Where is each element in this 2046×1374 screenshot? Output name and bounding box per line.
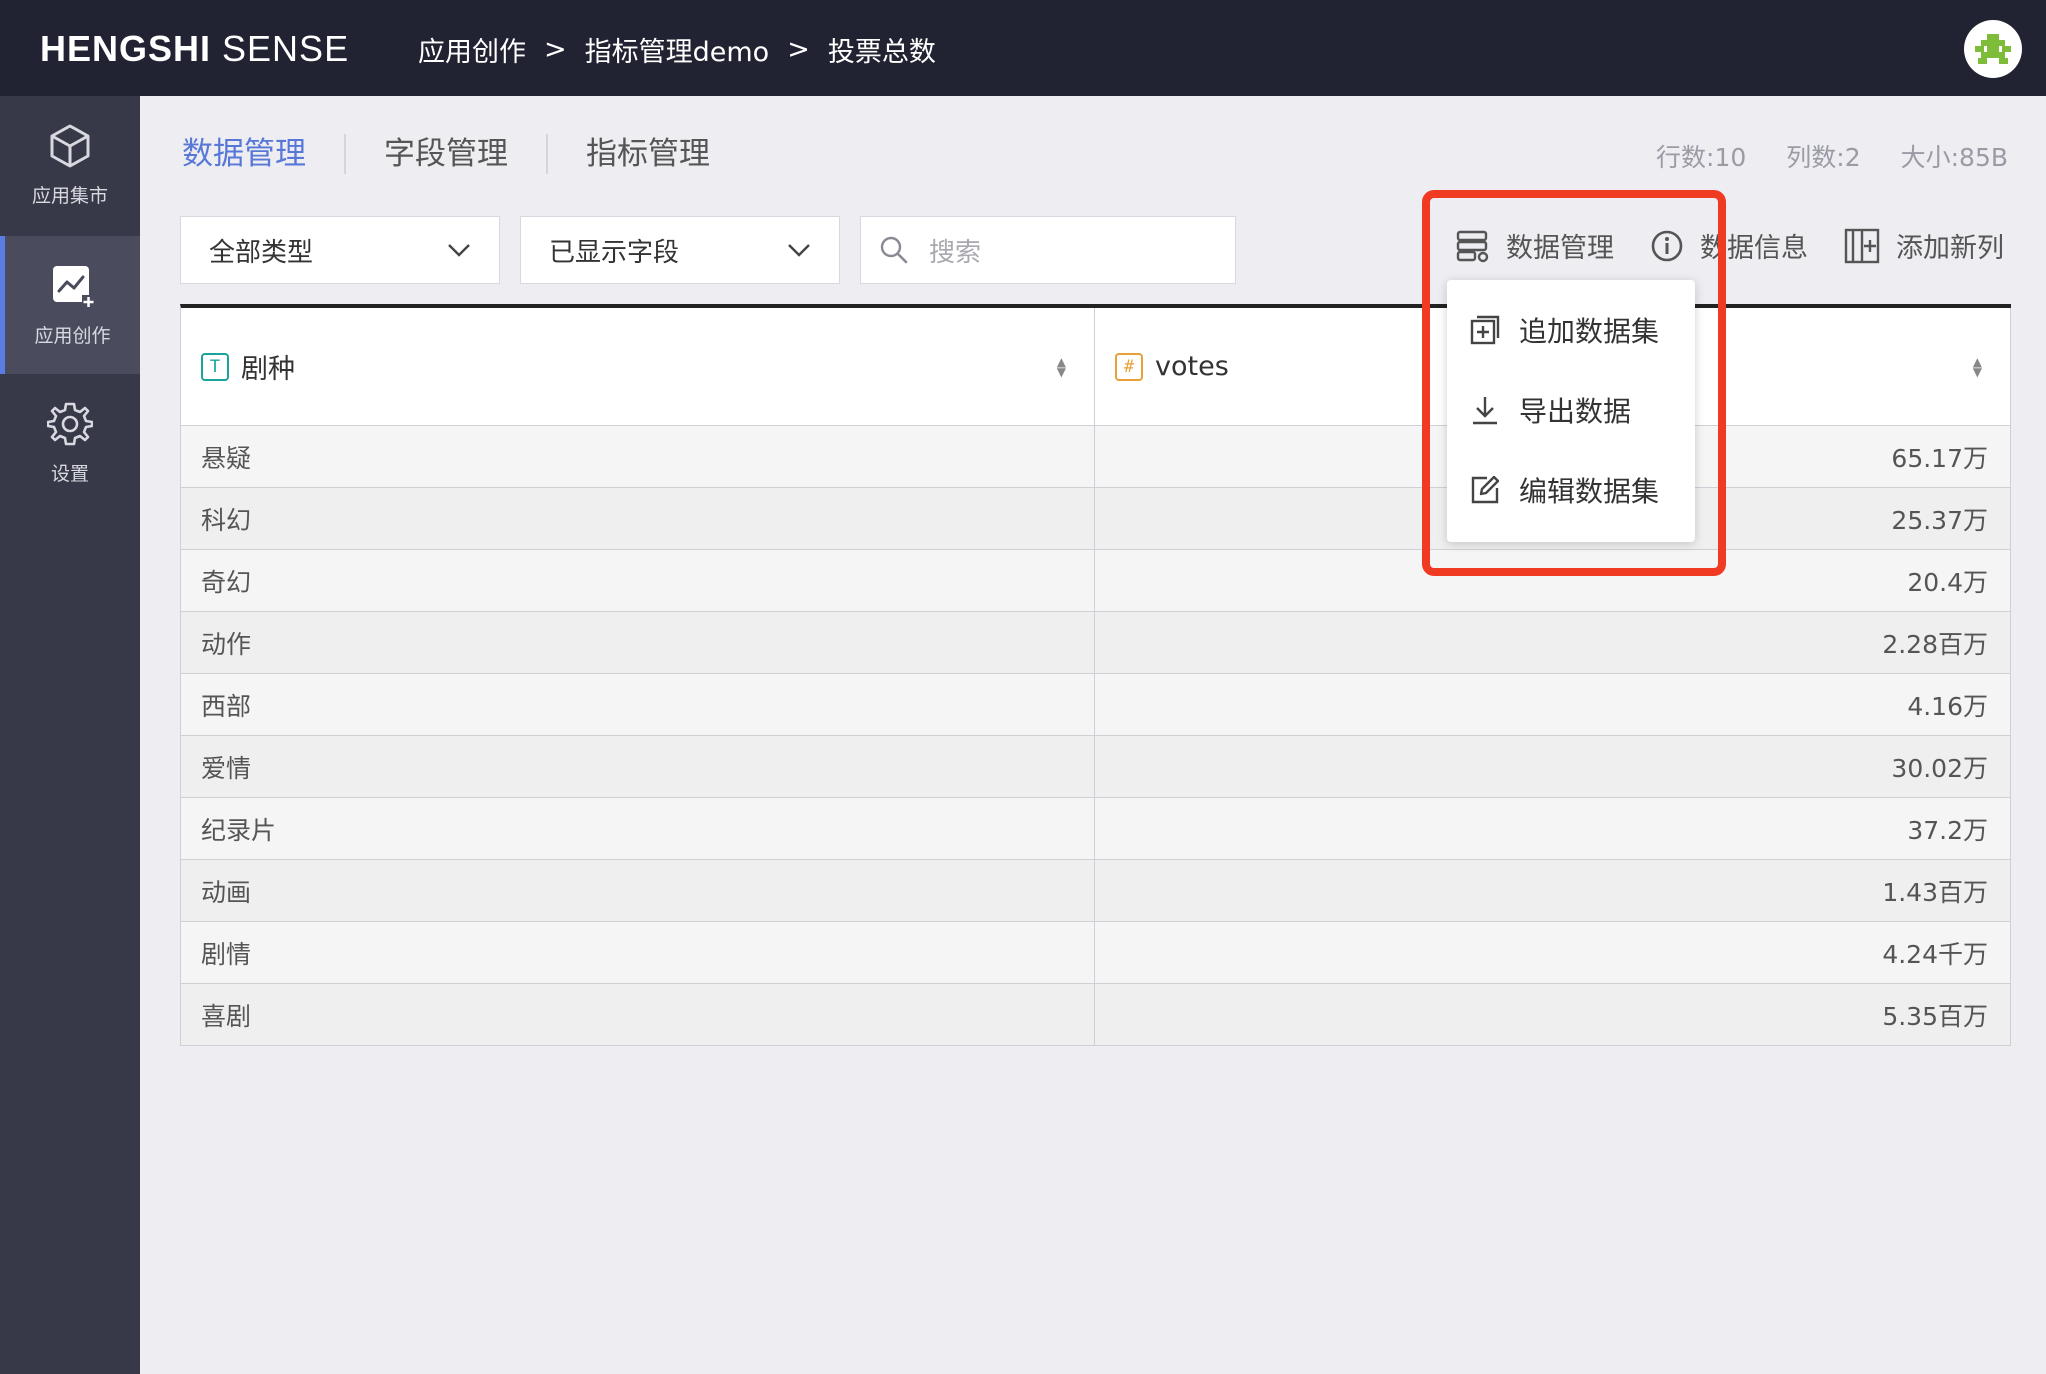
cell-genre: 动画 xyxy=(181,860,1095,921)
data-info-button[interactable]: 数据信息 xyxy=(1650,226,1808,265)
sort-icon[interactable]: ▲ ▼ xyxy=(1057,356,1066,378)
cell-votes: 2.28百万 xyxy=(1095,612,2011,673)
table-row[interactable]: 爱情 30.02万 xyxy=(181,736,2011,798)
data-info-label: 数据信息 xyxy=(1700,233,1808,264)
field-select[interactable]: 已显示字段 xyxy=(520,216,840,284)
cell-genre: 爱情 xyxy=(181,736,1095,797)
sidebar-item-label: 应用创作 xyxy=(34,324,111,347)
info-icon xyxy=(1651,230,1683,261)
add-column-button[interactable]: 添加新列 xyxy=(1844,226,2004,265)
column-header-genre[interactable]: T 剧种 ▲ ▼ xyxy=(181,308,1095,425)
database-settings-icon xyxy=(1456,230,1489,262)
table-row[interactable]: 西部 4.16万 xyxy=(181,674,2011,736)
sidebar-item-label: 应用集市 xyxy=(31,184,108,207)
cell-votes: 1.43百万 xyxy=(1095,860,2011,921)
breadcrumb-item-app-create[interactable]: 应用创作 xyxy=(418,30,526,69)
table-body: 悬疑 65.17万 科幻 25.37万 奇幻 20.4万 动作 2.28百万 西部 4.1… xyxy=(181,426,2011,1046)
search-placeholder: 搜索 xyxy=(929,237,982,268)
tab-field-management[interactable]: 字段管理 xyxy=(344,134,546,174)
data-manage-button[interactable]: 数据管理 xyxy=(1456,226,1614,265)
number-type-icon: # xyxy=(1115,352,1143,381)
cell-votes: 4.24千万 xyxy=(1095,922,2011,983)
menu-item-export-data[interactable]: 导出数据 xyxy=(1447,370,1695,450)
cell-genre: 喜剧 xyxy=(181,984,1095,1045)
table-row[interactable]: 剧情 4.24千万 xyxy=(181,922,2011,984)
cell-genre: 剧情 xyxy=(181,922,1095,983)
field-select-value: 已显示字段 xyxy=(549,237,680,268)
cell-genre: 西部 xyxy=(181,674,1095,735)
search-icon xyxy=(880,236,908,264)
breadcrumb-item-demo[interactable]: 指标管理demo xyxy=(585,30,770,69)
sidebar-item-app-create[interactable]: 应用创作 xyxy=(0,236,140,374)
column-count: 列数:2 xyxy=(1786,143,1861,172)
column-header-label: votes xyxy=(1155,351,1229,382)
sidebar-item-app-market[interactable]: 应用集市 xyxy=(0,96,140,234)
breadcrumb-separator: > xyxy=(787,34,810,65)
tab-metric-management[interactable]: 指标管理 xyxy=(546,134,748,174)
type-select[interactable]: 全部类型 xyxy=(180,216,500,284)
cell-genre: 悬疑 xyxy=(181,426,1095,487)
add-column-icon xyxy=(1844,228,1880,263)
avatar[interactable] xyxy=(1964,20,2022,78)
data-manage-label: 数据管理 xyxy=(1506,233,1614,264)
table-row[interactable]: 悬疑 65.17万 xyxy=(181,426,2011,488)
app-logo[interactable]: HENGSHI SENSE xyxy=(40,28,349,70)
append-icon xyxy=(1470,315,1500,345)
menu-item-label: 编辑数据集 xyxy=(1519,475,1660,508)
search-input[interactable]: 搜索 xyxy=(860,216,1236,284)
menu-item-edit-dataset[interactable]: 编辑数据集 xyxy=(1447,450,1695,530)
download-icon xyxy=(1473,397,1497,425)
data-manage-dropdown: 追加数据集 导出数据 编辑数据集 xyxy=(1447,280,1695,542)
cell-votes: 5.35百万 xyxy=(1095,984,2011,1045)
top-bar: HENGSHI SENSE 应用创作 > 指标管理demo > 投票总数 xyxy=(0,0,2046,96)
chevron-down-icon xyxy=(448,244,470,257)
menu-item-append-dataset[interactable]: 追加数据集 xyxy=(1447,290,1695,370)
chevron-down-icon xyxy=(788,244,810,257)
cell-genre: 奇幻 xyxy=(181,550,1095,611)
pixel-avatar-icon xyxy=(1975,34,2011,64)
cell-votes: 30.02万 xyxy=(1095,736,2011,797)
data-table: T 剧种 ▲ ▼ # votes ▲ ▼ 悬疑 65.17万 科幻 25.37万 奇幻 2… xyxy=(180,304,2011,1046)
table-row[interactable]: 动作 2.28百万 xyxy=(181,612,2011,674)
table-row[interactable]: 奇幻 20.4万 xyxy=(181,550,2011,612)
cube-icon xyxy=(50,124,90,167)
cell-votes: 20.4万 xyxy=(1095,550,2011,611)
cell-genre: 纪录片 xyxy=(181,798,1095,859)
cell-votes: 37.2万 xyxy=(1095,798,2011,859)
sidebar-item-label: 设置 xyxy=(50,462,89,485)
type-select-value: 全部类型 xyxy=(209,237,314,268)
dataset-stats: 行数:10 列数:2 大小:85B xyxy=(1616,138,2008,174)
chart-add-icon xyxy=(52,265,95,308)
tab-data-management[interactable]: 数据管理 xyxy=(182,134,344,174)
gear-icon xyxy=(47,402,93,445)
cell-votes: 4.16万 xyxy=(1095,674,2011,735)
sort-icon[interactable]: ▲ ▼ xyxy=(1973,356,1982,378)
menu-item-label: 导出数据 xyxy=(1519,395,1632,428)
cell-genre: 科幻 xyxy=(181,488,1095,549)
breadcrumb-item-current: 投票总数 xyxy=(827,37,936,68)
dataset-size: 大小:85B xyxy=(1900,143,2008,172)
column-header-label: 剧种 xyxy=(241,354,295,385)
sidebar-item-settings[interactable]: 设置 xyxy=(0,374,140,512)
breadcrumb: 应用创作 > 指标管理demo > 投票总数 xyxy=(418,30,936,69)
edit-icon xyxy=(1471,475,1500,504)
table-header: T 剧种 ▲ ▼ # votes ▲ ▼ xyxy=(181,308,2011,426)
cell-genre: 动作 xyxy=(181,612,1095,673)
add-column-label: 添加新列 xyxy=(1896,233,2004,264)
table-row[interactable]: 动画 1.43百万 xyxy=(181,860,2011,922)
table-row[interactable]: 喜剧 5.35百万 xyxy=(181,984,2011,1046)
tab-bar: 数据管理 字段管理 指标管理 xyxy=(182,132,748,176)
breadcrumb-separator: > xyxy=(544,34,567,65)
menu-item-label: 追加数据集 xyxy=(1519,315,1660,348)
table-row[interactable]: 纪录片 37.2万 xyxy=(181,798,2011,860)
table-row[interactable]: 科幻 25.37万 xyxy=(181,488,2011,550)
row-count: 行数:10 xyxy=(1656,143,1747,172)
text-type-icon: T xyxy=(201,352,229,381)
sidebar: 应用集市 应用创作 设置 xyxy=(0,96,140,1374)
